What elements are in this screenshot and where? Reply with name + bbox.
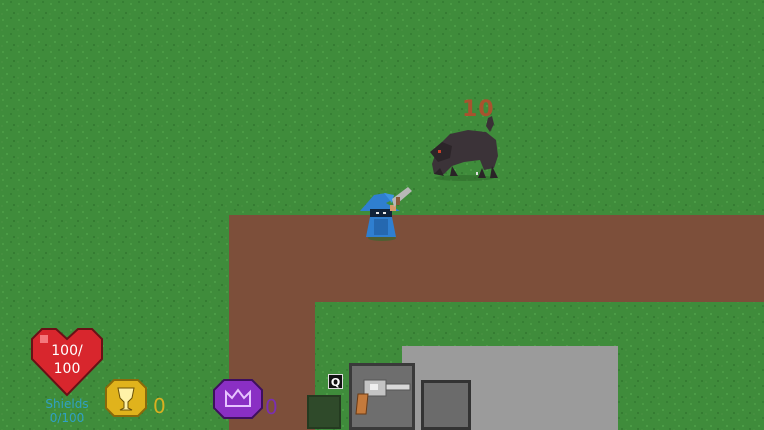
gold-count: 0 bbox=[153, 394, 166, 418]
inventory-slot-empty[interactable] bbox=[421, 380, 471, 430]
health-max-text: 100 bbox=[53, 361, 81, 377]
shields-label: Shields bbox=[45, 397, 89, 411]
gold-chalice-coin-icon bbox=[105, 379, 147, 417]
shields-value: 0/100 bbox=[49, 411, 85, 425]
purple-crown-gem-icon bbox=[213, 379, 263, 419]
inventory-slot-secondary[interactable] bbox=[307, 395, 341, 429]
wolf-enemy[interactable] bbox=[424, 116, 504, 182]
health-current-text: 100/ bbox=[51, 343, 83, 359]
revolver-icon bbox=[355, 379, 411, 415]
gem-count: 0 bbox=[265, 395, 278, 419]
ability-hotkey-q: Q bbox=[328, 374, 343, 389]
game-scene[interactable]: 10 100/ 100 Shields 0/100 0 0 Q bbox=[0, 0, 764, 430]
player-wizard[interactable] bbox=[356, 185, 416, 241]
